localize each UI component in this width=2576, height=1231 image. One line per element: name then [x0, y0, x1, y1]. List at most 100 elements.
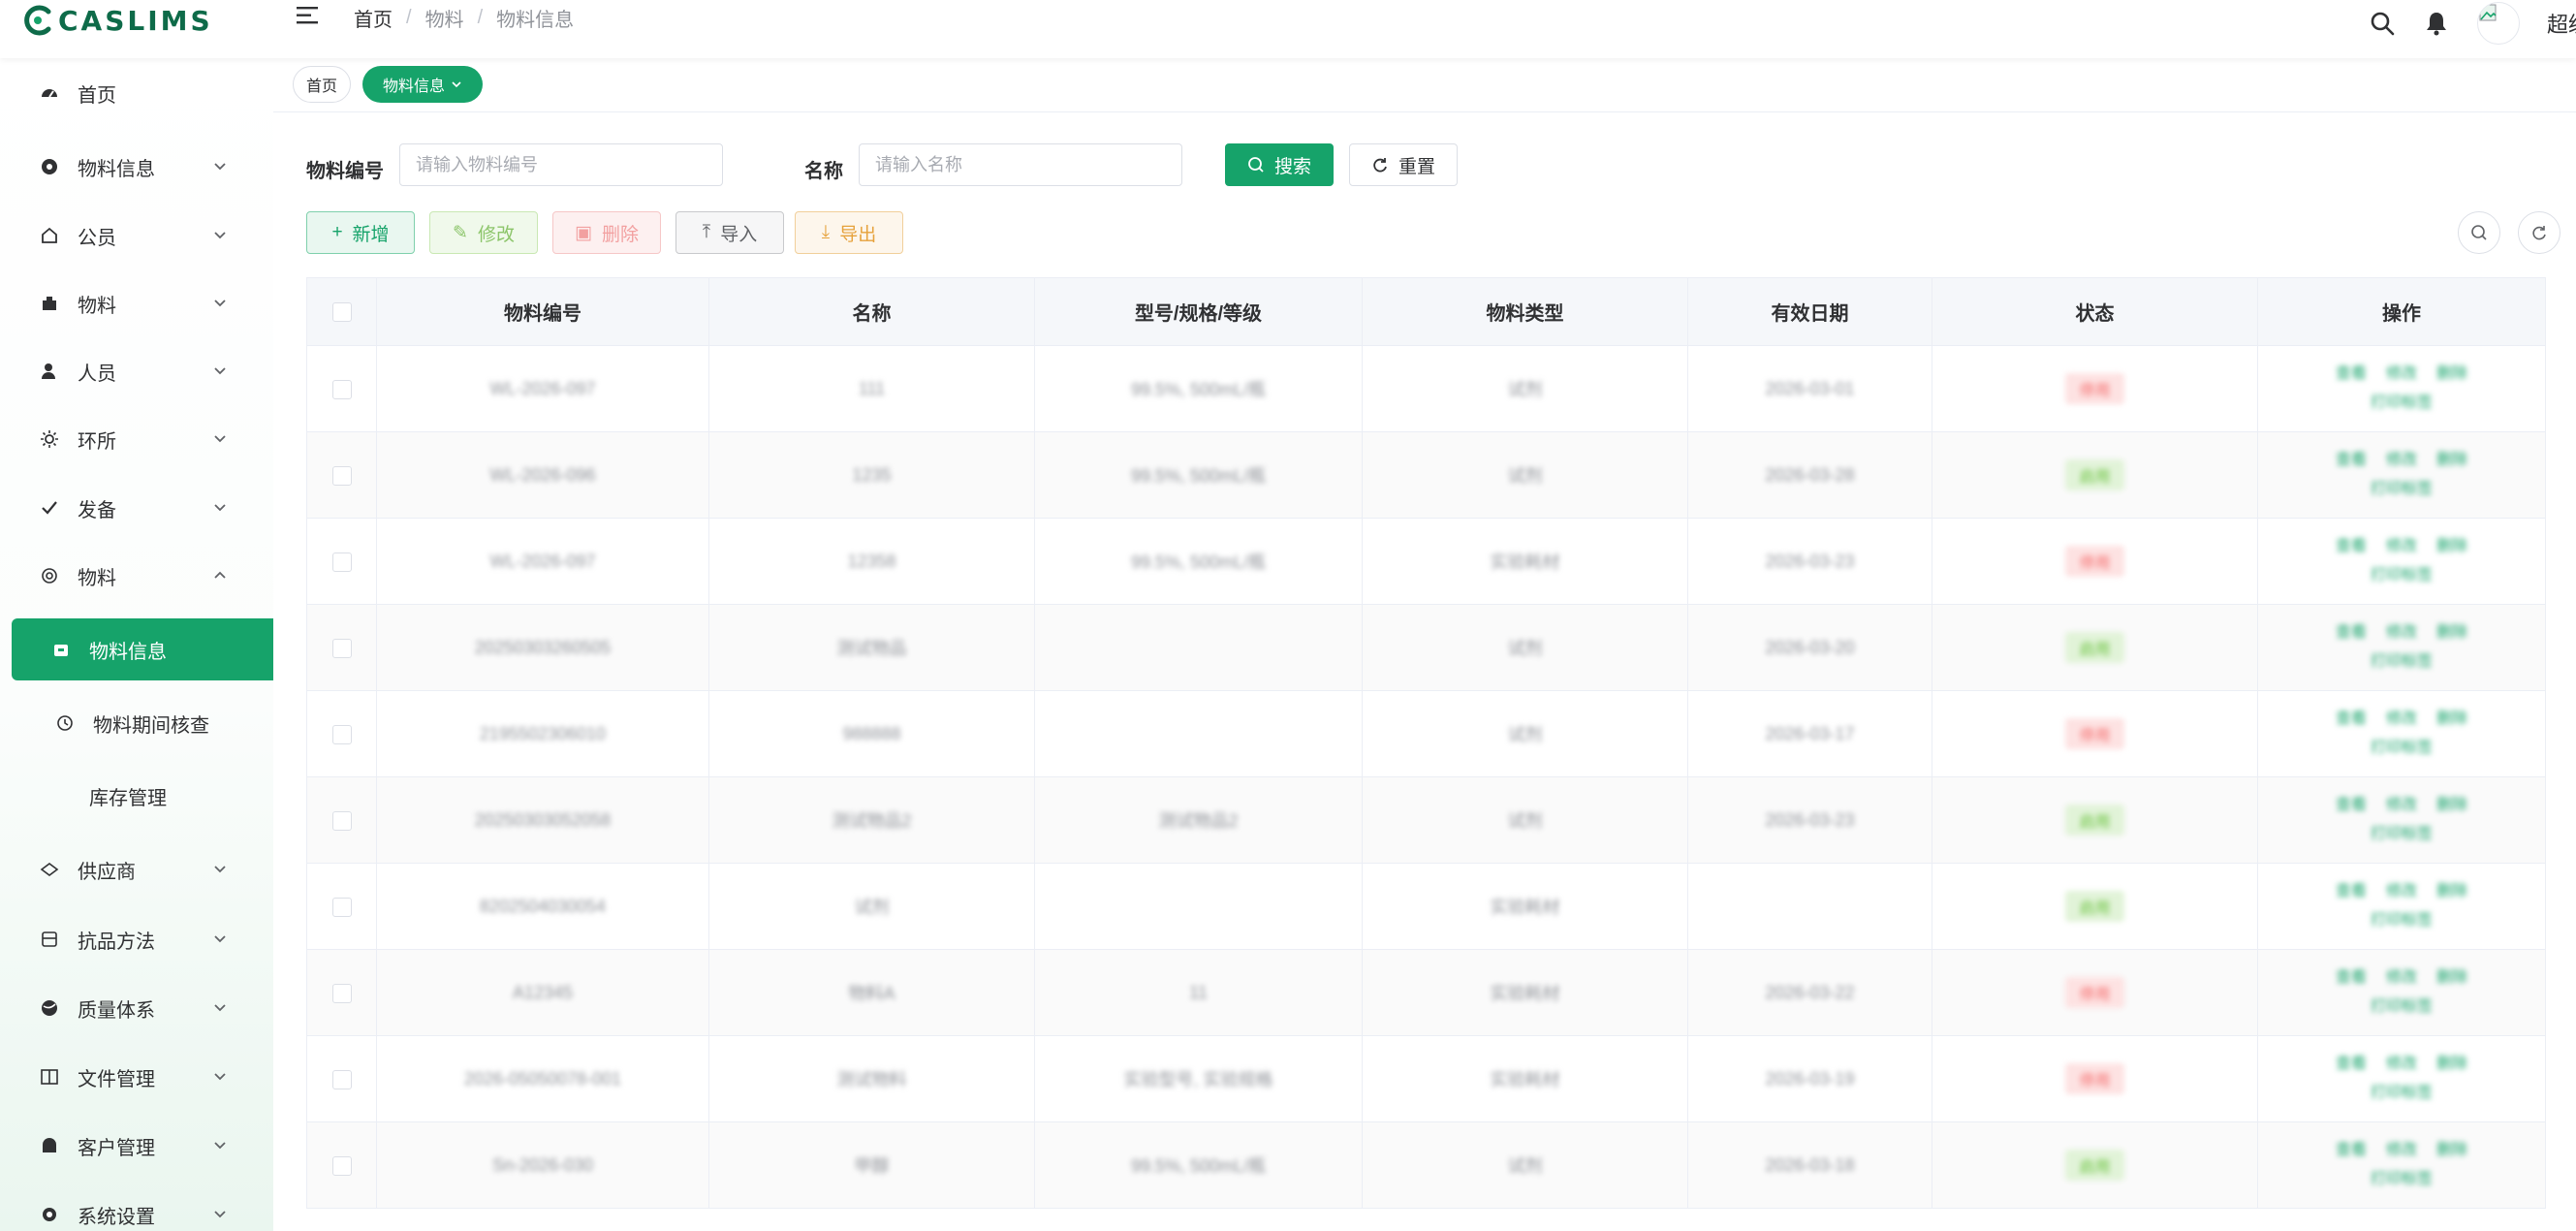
delete-link[interactable]: 删除 [2436, 538, 2467, 554]
table-row[interactable]: 20250303052058 测试物品2 测试物品2 试剂 2026-03-23 启用 查看… [306, 776, 2546, 864]
sidebar-subitem-material-info[interactable]: 物料信息 [12, 618, 273, 680]
search-button[interactable]: 搜索 [1225, 143, 1334, 186]
user-avatar[interactable] [2477, 2, 2520, 45]
view-link[interactable]: 查看 [2336, 710, 2367, 727]
row-checkbox[interactable] [331, 724, 352, 744]
view-link[interactable]: 查看 [2336, 538, 2367, 554]
material-code-input[interactable] [399, 143, 723, 186]
row-checkbox[interactable] [331, 638, 352, 658]
row-checkbox[interactable] [331, 552, 352, 572]
sidebar-item-quality-system[interactable]: 质量体系 [0, 979, 273, 1037]
sidebar-item-method[interactable]: 抗品方法 [0, 910, 273, 968]
search-icon[interactable] [2369, 10, 2396, 37]
edit-link[interactable]: 修改 [2386, 452, 2417, 468]
table-row[interactable]: Sn-2026-030 甲醇 99.5%, 500mL/瓶 试剂 2026-03-18 启… [306, 1121, 2546, 1209]
print-label-link[interactable]: 打印标签 [2371, 912, 2433, 929]
view-link[interactable]: 查看 [2336, 883, 2367, 900]
breadcrumb-material[interactable]: 物料 [425, 4, 464, 32]
table-row[interactable]: A12345 物料A 11 实验耗材 2026-03-22 停用 查看 修改 删除 打印标签 [306, 949, 2546, 1036]
column-header[interactable]: 型号/规格/等级 [1034, 277, 1363, 346]
sidebar-subitem-inventory[interactable]: 库存管理 [0, 767, 273, 825]
print-label-link[interactable]: 打印标签 [2371, 1171, 2433, 1187]
edit-link[interactable]: 修改 [2386, 538, 2417, 554]
view-link[interactable]: 查看 [2336, 624, 2367, 641]
print-label-link[interactable]: 打印标签 [2371, 395, 2433, 411]
view-link[interactable]: 查看 [2336, 969, 2367, 986]
sidebar-item-customer-management[interactable]: 客户管理 [0, 1117, 273, 1175]
tag-material-info[interactable]: 物料信息 [362, 66, 483, 103]
row-checkbox[interactable] [331, 1069, 352, 1089]
column-header[interactable]: 有效日期 [1687, 277, 1932, 346]
delete-link[interactable]: 删除 [2436, 452, 2467, 468]
sidebar-item-home[interactable]: 首页 [0, 64, 273, 122]
sidebar-item-equipment[interactable]: 发备 [0, 479, 273, 537]
table-row[interactable]: 8202504030054 试剂 实验耗材 启用 查看 修改 删除 打印标签 [306, 863, 2546, 950]
reset-button[interactable]: 重置 [1349, 143, 1458, 186]
select-all-checkbox[interactable] [331, 301, 352, 322]
sidebar-subitem-period-check[interactable]: 物料期间核查 [0, 694, 273, 752]
column-header[interactable]: 名称 [708, 277, 1035, 346]
column-header[interactable]: 状态 [1932, 277, 2258, 346]
table-row[interactable]: 20250303260505 测试物品 试剂 2026-03-20 启用 查看 修改 删除 打印… [306, 604, 2546, 691]
refresh-table-button[interactable] [2518, 211, 2560, 254]
app-logo[interactable]: CASLIMS [21, 4, 213, 37]
table-row[interactable]: WL-2026-097 111 99.5%, 500mL/瓶 试剂 2026-03-01… [306, 345, 2546, 432]
sidebar-item-personnel[interactable]: 人员 [0, 342, 273, 400]
view-link[interactable]: 查看 [2336, 1142, 2367, 1158]
username[interactable]: 超级 [2547, 8, 2576, 39]
sidebar-item-material-info[interactable]: 物料信息 [0, 138, 273, 196]
delete-link[interactable]: 删除 [2436, 969, 2467, 986]
delete-link[interactable]: 删除 [2436, 365, 2467, 382]
edit-link[interactable]: 修改 [2386, 883, 2417, 900]
delete-link[interactable]: 删除 [2436, 883, 2467, 900]
delete-link[interactable]: 删除 [2436, 1056, 2467, 1072]
sidebar-item-system-settings[interactable]: 系统设置 [0, 1185, 273, 1231]
edit-link[interactable]: 修改 [2386, 624, 2417, 641]
print-label-link[interactable]: 打印标签 [2371, 1085, 2433, 1101]
sidebar-item-material[interactable]: 物料 [0, 274, 273, 332]
table-row[interactable]: WL-2026-097 12358 99.5%, 500mL/瓶 实验耗材 2026-0… [306, 518, 2546, 605]
row-checkbox[interactable] [331, 897, 352, 917]
row-checkbox[interactable] [331, 983, 352, 1003]
bell-icon[interactable] [2423, 10, 2450, 37]
edit-link[interactable]: 修改 [2386, 969, 2417, 986]
tag-home[interactable]: 首页 [293, 66, 351, 103]
view-link[interactable]: 查看 [2336, 1056, 2367, 1072]
edit-link[interactable]: 修改 [2386, 1056, 2417, 1072]
delete-link[interactable]: 删除 [2436, 710, 2467, 727]
print-label-link[interactable]: 打印标签 [2371, 740, 2433, 756]
import-button[interactable]: ⤒ 导入 [675, 211, 784, 254]
delete-link[interactable]: 删除 [2436, 797, 2467, 813]
table-row[interactable]: 2026-05050078-001 测试物料 实验型号, 实验规格 实验耗材 2026-… [306, 1035, 2546, 1122]
row-checkbox[interactable] [331, 810, 352, 831]
print-label-link[interactable]: 打印标签 [2371, 653, 2433, 670]
sidebar-item-gongyuan[interactable]: 公员 [0, 206, 273, 265]
toggle-search-button[interactable] [2458, 211, 2500, 254]
sidebar-item-material-group[interactable]: 物料 [0, 547, 273, 605]
column-header[interactable]: 物料编号 [376, 277, 709, 346]
edit-button[interactable]: ✎ 修改 [429, 211, 538, 254]
delete-link[interactable]: 删除 [2436, 1142, 2467, 1158]
row-checkbox[interactable] [331, 465, 352, 486]
sidebar-item-supplier[interactable]: 供应商 [0, 840, 273, 899]
sidebar-item-file-management[interactable]: 文件管理 [0, 1048, 273, 1106]
breadcrumb-home[interactable]: 首页 [354, 4, 393, 32]
view-link[interactable]: 查看 [2336, 365, 2367, 382]
row-checkbox[interactable] [331, 379, 352, 399]
view-link[interactable]: 查看 [2336, 452, 2367, 468]
print-label-link[interactable]: 打印标签 [2371, 567, 2433, 584]
menu-toggle-icon[interactable] [296, 4, 321, 27]
edit-link[interactable]: 修改 [2386, 365, 2417, 382]
edit-link[interactable]: 修改 [2386, 1142, 2417, 1158]
edit-link[interactable]: 修改 [2386, 797, 2417, 813]
delete-button[interactable]: ▣ 删除 [552, 211, 661, 254]
export-button[interactable]: ⤓ 导出 [795, 211, 903, 254]
name-input[interactable] [859, 143, 1182, 186]
table-row[interactable]: 2195502306010 988888 试剂 2026-03-17 停用 查看 修改 删除打… [306, 690, 2546, 777]
table-row[interactable]: WL-2026-096 1235 99.5%, 500mL/瓶 试剂 2026-03-2… [306, 431, 2546, 519]
add-button[interactable]: + 新增 [306, 211, 415, 254]
edit-link[interactable]: 修改 [2386, 710, 2417, 727]
print-label-link[interactable]: 打印标签 [2371, 826, 2433, 842]
print-label-link[interactable]: 打印标签 [2371, 481, 2433, 497]
column-header[interactable]: 物料类型 [1362, 277, 1688, 346]
